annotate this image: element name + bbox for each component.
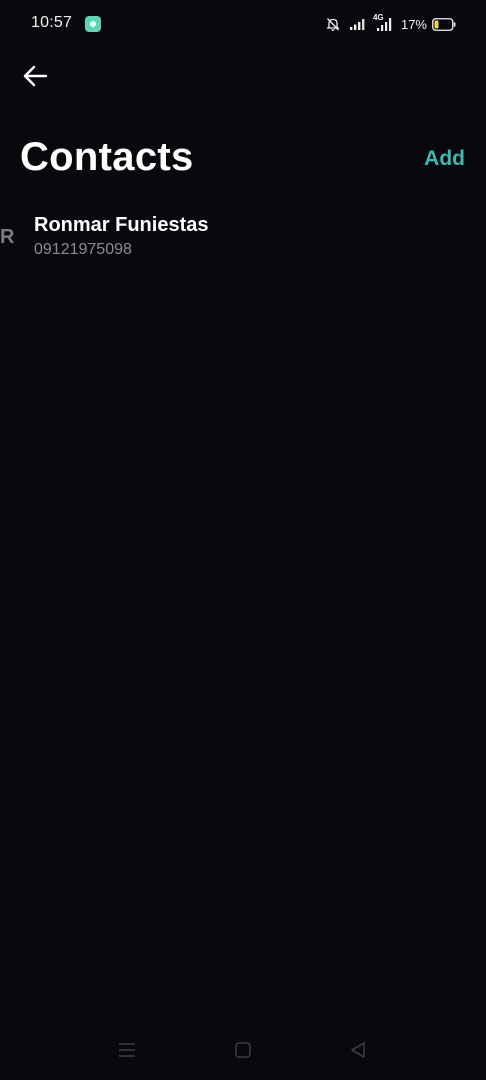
arrow-left-icon — [23, 65, 48, 87]
home-icon — [235, 1042, 251, 1058]
back-button[interactable] — [18, 60, 52, 92]
contact-list-item[interactable]: Ronmar Funiestas 09121975098 — [34, 212, 454, 268]
battery-percent: 17% — [400, 16, 427, 32]
recent-apps-button[interactable] — [115, 1038, 139, 1062]
silent-bell-icon — [325, 16, 341, 32]
signal-icon — [349, 17, 367, 31]
contact-phone: 09121975098 — [34, 241, 132, 258]
section-index-letter[interactable]: R — [0, 226, 14, 249]
status-time: 10:57 — [31, 14, 73, 31]
system-back-button[interactable] — [346, 1038, 370, 1062]
signal-4g-icon: 4G — [373, 13, 395, 33]
status-bar: 10:57 4G 17% — [0, 0, 486, 48]
home-button[interactable] — [231, 1038, 255, 1062]
back-triangle-icon — [351, 1042, 365, 1058]
battery-icon — [432, 17, 456, 31]
add-contact-button[interactable]: Add — [424, 147, 465, 171]
app-notification-icon — [85, 16, 101, 32]
menu-icon — [119, 1043, 135, 1057]
status-icons: 4G 17% — [325, 13, 456, 35]
system-nav-bar — [0, 1030, 486, 1070]
contact-name: Ronmar Funiestas — [34, 214, 209, 236]
page-title: Contacts — [20, 135, 194, 179]
